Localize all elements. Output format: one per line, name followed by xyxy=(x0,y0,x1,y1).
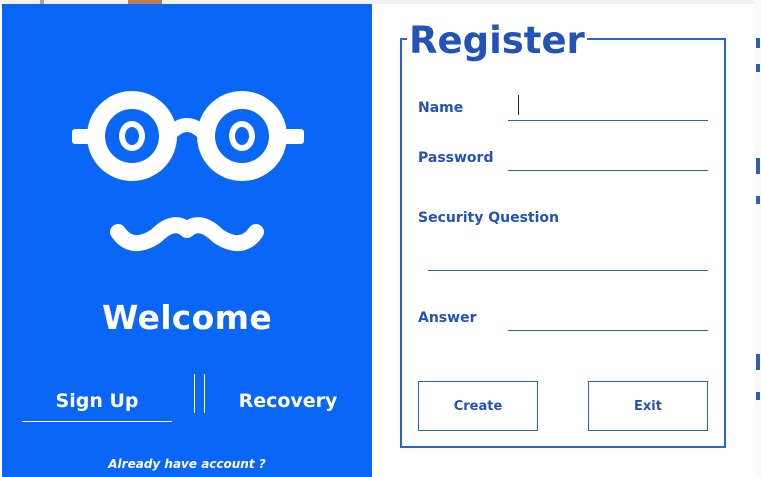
tab-sign-up[interactable]: Sign Up xyxy=(22,388,172,422)
security-question-input[interactable] xyxy=(428,247,708,271)
password-label: Password xyxy=(418,150,494,166)
name-input[interactable] xyxy=(508,97,708,121)
text-caret xyxy=(518,95,519,115)
answer-input[interactable] xyxy=(508,307,708,331)
create-button[interactable]: Create xyxy=(418,381,538,431)
welcome-heading: Welcome xyxy=(101,298,273,337)
password-input[interactable] xyxy=(508,147,708,171)
tab-divider xyxy=(194,374,205,413)
background-window-edge xyxy=(755,0,761,477)
name-label: Name xyxy=(418,100,464,116)
tab-recovery[interactable]: Recovery xyxy=(214,388,362,418)
exit-button[interactable]: Exit xyxy=(588,381,708,431)
welcome-panel: Welcome Sign Up Recovery Already have ac… xyxy=(2,4,372,477)
glasses-mustache-icon xyxy=(72,91,304,251)
answer-label: Answer xyxy=(418,310,477,326)
register-title: Register xyxy=(407,16,587,66)
already-have-account-link[interactable]: Already have account ? xyxy=(2,457,372,471)
security-question-label: Security Question xyxy=(418,210,560,226)
